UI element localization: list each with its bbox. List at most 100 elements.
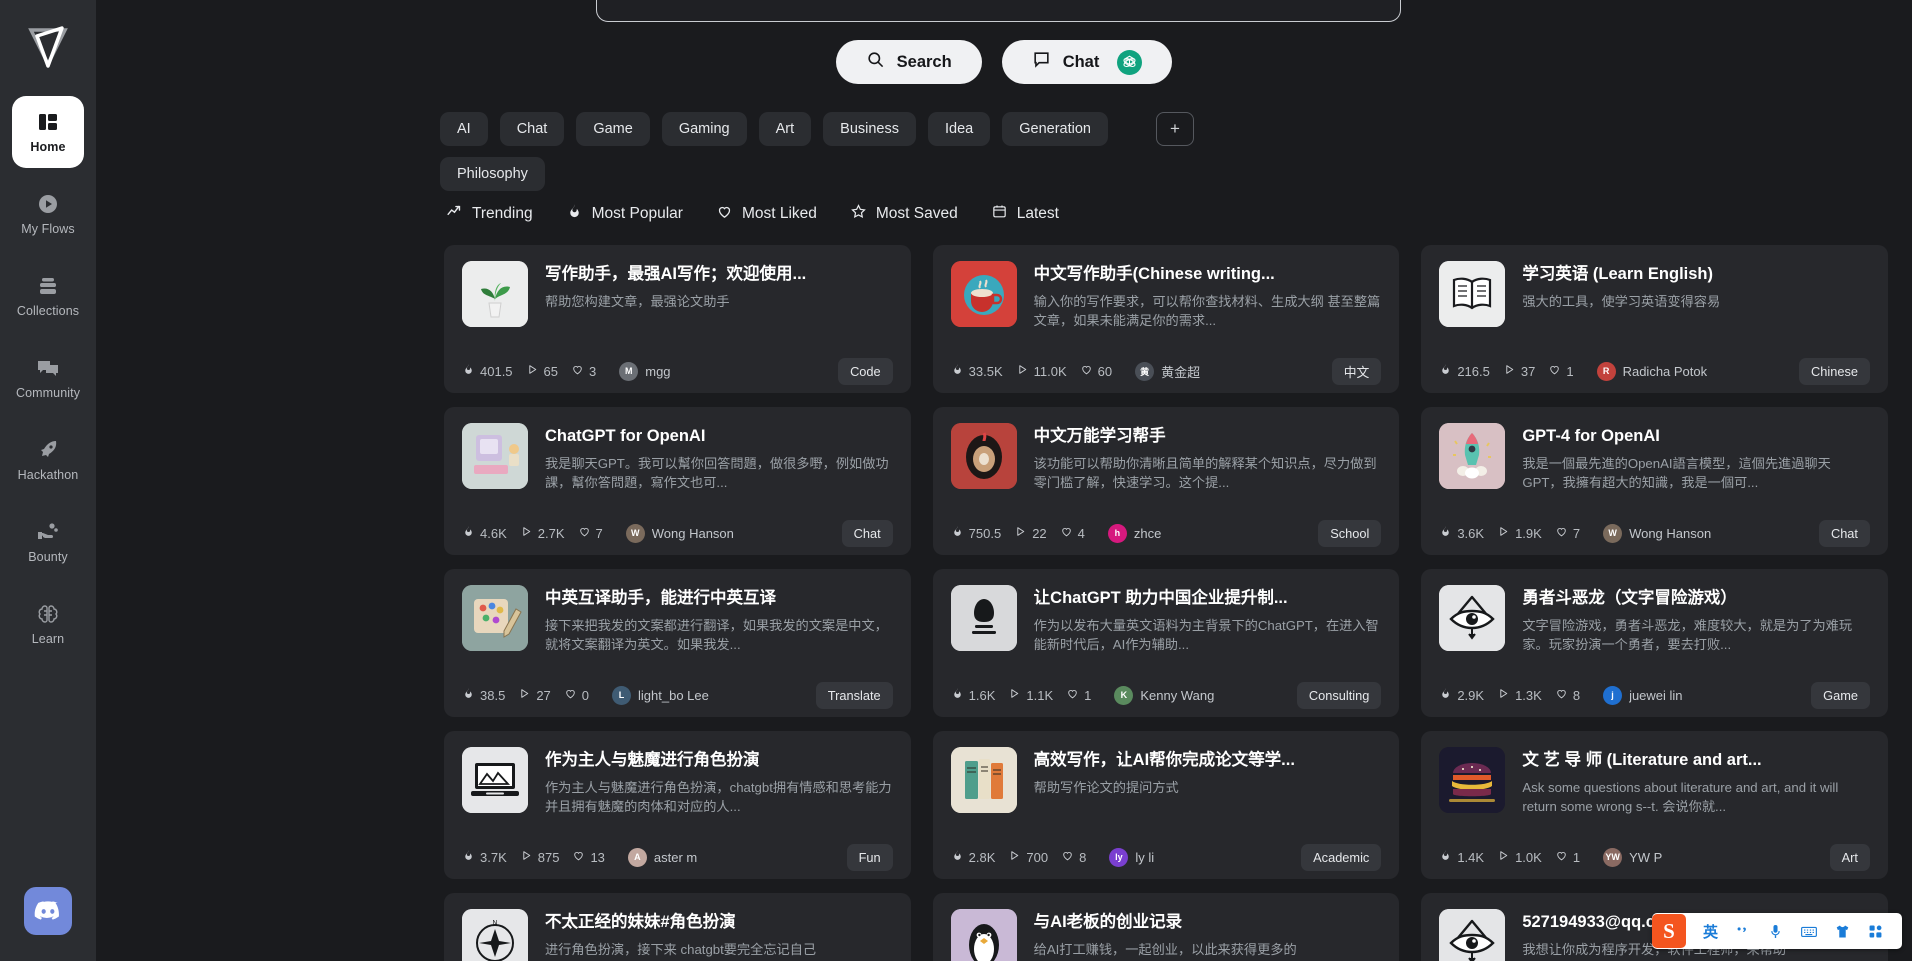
category-badge[interactable]: Translate — [815, 681, 893, 709]
tag-chip[interactable]: Philosophy — [440, 157, 545, 191]
add-tag-button[interactable]: + — [1156, 112, 1194, 146]
card-header: 文 艺 导 师 (Literature and art... Ask some q… — [1439, 747, 1870, 816]
tag-chip[interactable]: Art — [758, 112, 812, 146]
card-author[interactable]: Llight_bo Lee — [612, 685, 709, 705]
avatar: W — [625, 523, 645, 543]
card-author[interactable]: h zhce — [1107, 523, 1161, 543]
card-author[interactable]: j juewei lin — [1603, 685, 1683, 705]
prompt-card[interactable]: 写作助手，最强AI写作；欢迎使用... 帮助您构建文章，最强论文助手 401.5 65… — [444, 245, 911, 393]
card-body: 高效写作，让AI帮你完成论文等学... 帮助写作论文的提问方式 — [1034, 747, 1382, 813]
likes-count: 7 — [1572, 525, 1581, 541]
ime-language-mode[interactable]: 英 — [1703, 921, 1718, 942]
card-author[interactable]: Mmgg — [619, 361, 671, 381]
card-author[interactable]: Aaster m — [627, 847, 697, 867]
card-author[interactable]: K Kenny Wang — [1114, 685, 1214, 705]
card-author[interactable]: ly ly li — [1109, 847, 1154, 867]
card-body: 中文写作助手(Chinese writing... 输入你的写作要求，可以帮你查找… — [1034, 261, 1382, 330]
prompt-card[interactable]: 作为主人与魅魔进行角色扮演 作为主人与魅魔进行角色扮演，chatgbt拥有情感和思… — [444, 731, 911, 879]
tag-chip[interactable]: Idea — [928, 112, 991, 146]
apps-icon[interactable] — [1867, 923, 1884, 940]
category-badge[interactable]: School — [1318, 519, 1382, 547]
filter-tab-most-saved[interactable]: Most Saved — [850, 203, 958, 225]
filter-tab-latest[interactable]: Latest — [991, 203, 1059, 225]
prompt-card[interactable]: NS 不太正经的妹妹#角色扮演进行角色扮演，接下来 chatgbt要完全忘记自己 — [444, 893, 911, 961]
sidebar-item-hackathon[interactable]: Hackathon — [12, 424, 84, 496]
category-badge[interactable]: Chat — [841, 519, 893, 547]
punctuation-icon[interactable] — [1734, 923, 1751, 940]
prompt-card[interactable]: 中英互译助手，能进行中英互译 接下来把我发的文案都进行翻译，如果我发的文案是中文，… — [444, 569, 911, 717]
keyboard-icon[interactable] — [1800, 923, 1818, 940]
sidebar-item-bounty[interactable]: Bounty — [12, 506, 84, 578]
prompt-card[interactable]: 高效写作，让AI帮你完成论文等学... 帮助写作论文的提问方式 2.8K 700 8 ly… — [932, 731, 1400, 879]
card-author[interactable]: YW YW P — [1603, 847, 1662, 867]
card-title: 学习英语 (Learn English) — [1522, 265, 1714, 283]
author-name: Wong Hanson — [651, 525, 734, 541]
runs-count: 1.3K — [1515, 687, 1542, 703]
prompt-card[interactable]: GPT-4 for OpenAI 我是一個最先進的OpenAI語言模型，這個先進過… — [1421, 407, 1888, 555]
hot-count: 38.5 — [480, 687, 506, 703]
card-author[interactable]: W Wong Hanson — [1603, 523, 1712, 543]
category-badge[interactable]: Chat — [1818, 519, 1870, 547]
author-name: Wong Hanson — [1629, 525, 1712, 541]
card-footer: 4.6K 2.7K 7 W Wong Hanson Chat — [462, 511, 893, 555]
tag-chip[interactable]: AI — [440, 112, 488, 146]
prompt-card[interactable]: 文 艺 导 师 (Literature and art... Ask some q… — [1421, 731, 1888, 879]
flame-icon — [1439, 525, 1452, 541]
category-badge[interactable]: 中文 — [1331, 357, 1382, 385]
tag-chip[interactable]: Business — [823, 112, 916, 146]
sort-filter-tabs: Trending Most Popular Most Liked Most Saved… — [446, 203, 1059, 225]
discord-icon[interactable] — [24, 887, 72, 935]
category-badge[interactable]: Fun — [846, 843, 893, 871]
sidebar-item-label: My Flows — [21, 222, 75, 236]
sogou-logo-icon[interactable]: S — [1651, 914, 1686, 948]
search-box[interactable] — [596, 0, 1401, 22]
likes-stat: 8 — [1061, 849, 1086, 865]
category-badge[interactable]: Consulting — [1296, 681, 1382, 709]
prompt-card[interactable]: 与AI老板的创业记录 给AI打工赚钱，一起创业，以此来获得更多的 — [932, 893, 1400, 961]
card-thumbnail — [950, 747, 1017, 813]
tag-chip[interactable]: Chat — [499, 112, 565, 146]
sidebar-item-collections[interactable]: Collections — [12, 260, 84, 332]
category-badge[interactable]: Chinese — [1799, 357, 1870, 385]
card-author[interactable]: R Radicha Potok — [1596, 361, 1707, 381]
sidebar-item-learn[interactable]: Learn — [12, 588, 84, 660]
play-icon — [1016, 363, 1029, 379]
tag-chip[interactable]: Gaming — [661, 112, 747, 146]
likes-stat: 60 — [1080, 363, 1112, 379]
filter-tab-trending[interactable]: Trending — [446, 203, 533, 225]
prompt-card[interactable]: ChatGPT for OpenAI 我是聊天GPT。我可以幫你回答問題，做很多嘢… — [444, 407, 911, 555]
sidebar-item-label: Bounty — [28, 550, 68, 564]
card-header: 让ChatGPT 助力中国企业提升制... 作为以发布大量英文语料为主背景下的Ch… — [950, 585, 1382, 654]
play-icon — [518, 687, 531, 703]
category-badge[interactable]: Code — [838, 357, 893, 385]
prompt-card[interactable]: 让ChatGPT 助力中国企业提升制... 作为以发布大量英文语料为主背景下的Ch… — [932, 569, 1400, 717]
category-badge[interactable]: Game — [1811, 681, 1870, 709]
microphone-icon[interactable] — [1767, 923, 1784, 940]
tag-chip[interactable]: Game — [576, 112, 650, 146]
sidebar-item-my-flows[interactable]: My Flows — [12, 178, 84, 250]
sidebar-item-home[interactable]: Home — [12, 96, 84, 168]
sidebar-item-community[interactable]: Community — [12, 342, 84, 414]
avatar: ly — [1109, 847, 1129, 867]
card-body: 与AI老板的创业记录 给AI打工赚钱，一起创业，以此来获得更多的 — [1034, 909, 1382, 961]
card-thumbnail — [1439, 261, 1506, 327]
category-badge[interactable]: Academic — [1301, 843, 1382, 871]
card-author[interactable]: 黄黄金超 — [1135, 361, 1200, 381]
tag-chip[interactable]: Generation — [1002, 112, 1108, 146]
prompt-card[interactable]: 学习英语 (Learn English) 强大的工具，使学习英语变得容易 216.5… — [1421, 245, 1888, 393]
skin-icon[interactable] — [1834, 923, 1851, 940]
card-author[interactable]: W Wong Hanson — [625, 523, 734, 543]
card-title: 写作助手，最强AI写作；欢迎使用... — [545, 265, 807, 283]
card-header: 写作助手，最强AI写作；欢迎使用... 帮助您构建文章，最强论文助手 — [462, 261, 893, 327]
search-button[interactable]: Search — [835, 40, 982, 84]
avatar: K — [1114, 685, 1134, 705]
filter-tab-most-popular[interactable]: Most Popular — [566, 203, 683, 225]
card-header: 学习英语 (Learn English) 强大的工具，使学习英语变得容易 — [1439, 261, 1870, 327]
prompt-card[interactable]: 中文写作助手(Chinese writing... 输入你的写作要求，可以帮你查找… — [932, 245, 1400, 393]
prompt-card[interactable]: 勇者斗恶龙（文字冒险游戏） 文字冒险游戏，勇者斗恶龙，难度较大，就是为了为难玩家。… — [1421, 569, 1888, 717]
chat-button[interactable]: Chat — [1001, 40, 1173, 84]
filter-tab-most-liked[interactable]: Most Liked — [716, 203, 817, 225]
prompt-card[interactable]: 中文万能学习帮手 该功能可以帮助你清晰且简单的解释某个知识点，尽力做到零门槛了解，… — [932, 407, 1400, 555]
flowgpt-logo[interactable] — [24, 22, 72, 70]
category-badge[interactable]: Art — [1829, 843, 1870, 871]
